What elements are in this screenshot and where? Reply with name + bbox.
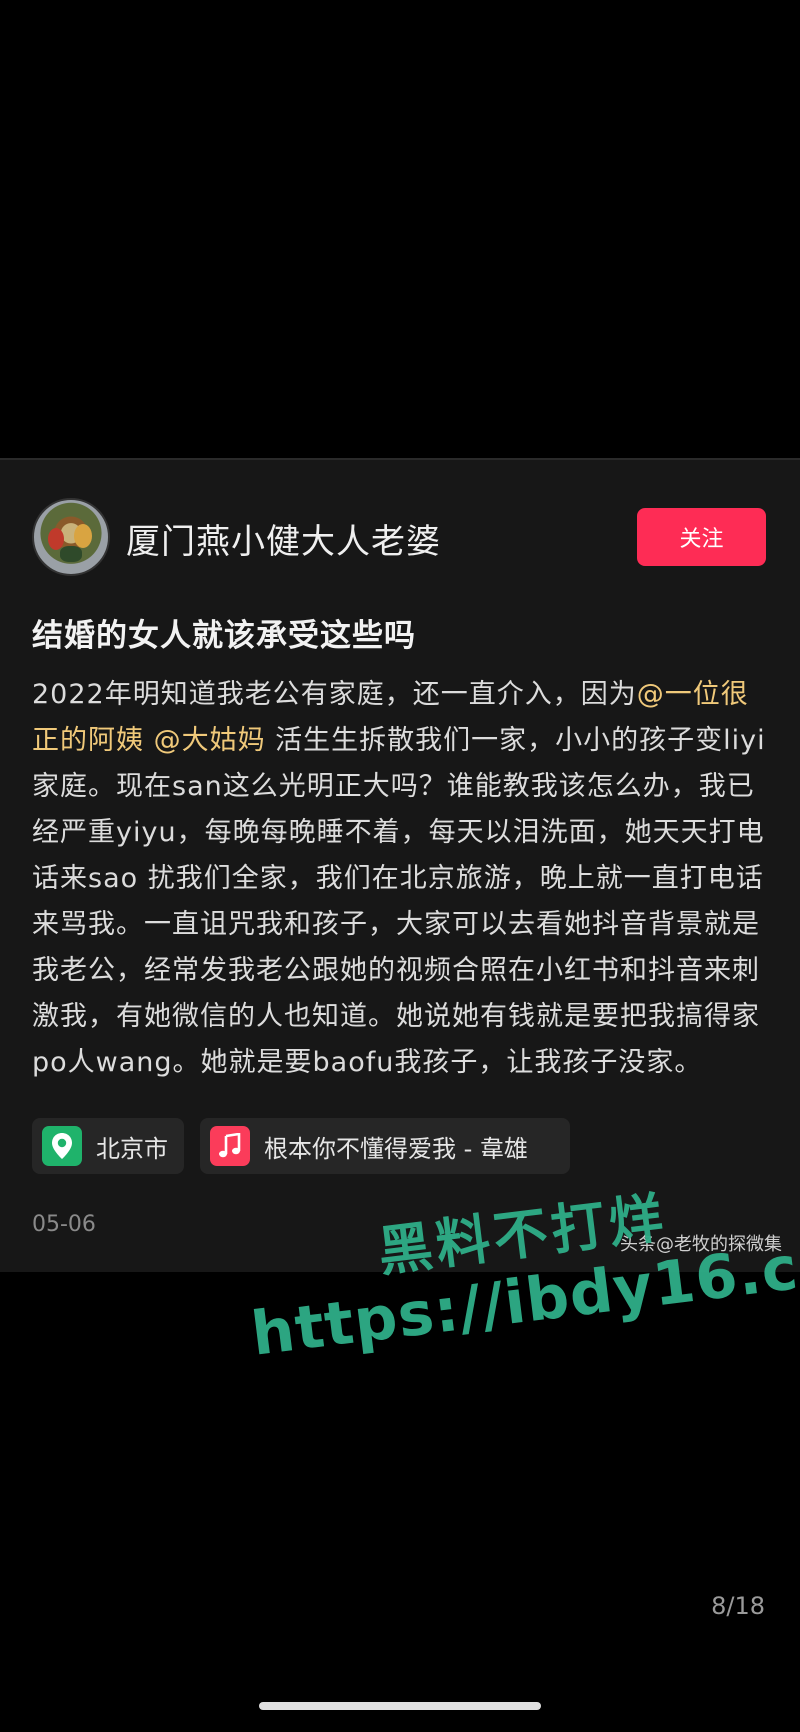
music-note-icon <box>210 1126 250 1166</box>
body-text-segment: 2022年明知道我老公有家庭，还一直介入，因为 <box>32 679 637 710</box>
body-text-segment: 活生生拆散我们一家，小小的孩子变liyi家庭。现在san这么光明正大吗？谁能教我… <box>32 725 766 1078</box>
post-body: 2022年明知道我老公有家庭，还一直介入，因为@一位很正的阿姨 @大姑妈 活生生… <box>32 672 772 1086</box>
post-title: 结婚的女人就该承受这些吗 <box>32 618 416 654</box>
body-text-segment <box>144 725 154 756</box>
home-indicator[interactable] <box>259 1702 541 1710</box>
location-label: 北京市 <box>96 1134 168 1163</box>
author-avatar[interactable] <box>32 498 110 576</box>
location-chip[interactable]: 北京市 <box>32 1118 184 1174</box>
gallery-page-counter: 8/18 <box>711 1592 765 1620</box>
follow-button[interactable]: 关注 <box>637 508 766 566</box>
post-date: 05-06 <box>32 1212 96 1237</box>
music-chip[interactable]: 根本你不懂得爱我 - 韋雄 <box>200 1118 570 1174</box>
location-pin-icon <box>42 1126 82 1166</box>
post-card: 厦门燕小健大人老婆 关注 结婚的女人就该承受这些吗 2022年明知道我老公有家庭… <box>0 458 800 1272</box>
music-label: 根本你不懂得爱我 - 韋雄 <box>264 1134 528 1163</box>
author-name[interactable]: 厦门燕小健大人老婆 <box>126 514 441 563</box>
mention-link[interactable]: @大姑妈 <box>154 725 266 756</box>
